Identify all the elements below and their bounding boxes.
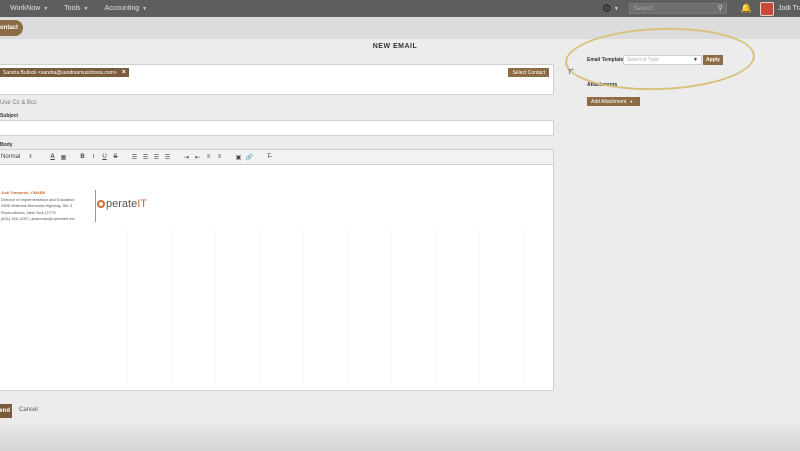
bottom-band <box>0 425 800 451</box>
add-attachment-button[interactable]: Add Attachment ▼ <box>587 97 640 106</box>
logo-o-icon <box>97 200 105 208</box>
strike-icon[interactable]: S <box>110 154 121 160</box>
signature-line: (631) 625-2292 | jtramonto@operateit.net <box>1 216 75 221</box>
bold-icon[interactable]: B <box>77 154 88 160</box>
subject-label: Subject <box>0 113 19 119</box>
editor-background <box>127 225 547 385</box>
bullet-list-icon[interactable]: ≡ <box>214 154 225 160</box>
clear-format-icon[interactable]: T̶ <box>263 154 274 160</box>
email-body-editor[interactable]: Jodi Tramonto, CMABE Director of Impleme… <box>0 165 554 391</box>
avatar[interactable] <box>760 1 774 16</box>
select-contact-button[interactable]: Select Contact <box>508 68 549 77</box>
body-label: Body <box>0 142 13 148</box>
apply-button[interactable]: Apply <box>703 55 723 65</box>
recipient-chip[interactable]: Sandra Bullock <sandra@sandrasmusictress… <box>0 68 129 77</box>
bg-color-icon[interactable]: ▦ <box>58 154 69 161</box>
italic-icon[interactable]: I <box>88 154 99 160</box>
search-placeholder: Search <box>633 5 653 12</box>
mouse-cursor-icon <box>568 68 575 75</box>
cc-bcc-link[interactable]: Use Cc & Bcc <box>0 100 37 106</box>
nav-tools[interactable]: Tools ▼ <box>64 5 88 12</box>
signature-divider <box>95 190 96 222</box>
close-icon[interactable]: × <box>122 69 126 76</box>
page-title: NEW EMAIL <box>372 43 418 50</box>
attachments-label: Attachments <box>587 82 618 88</box>
recipients-field[interactable]: Sandra Bullock <sandra@sandrasmusictress… <box>0 64 554 95</box>
align-center-icon[interactable]: ☰ <box>140 154 151 161</box>
send-button[interactable]: Send <box>0 404 12 418</box>
email-template-placeholder: Select or Type <box>627 57 659 63</box>
chevron-down-icon: ▼ <box>629 99 634 104</box>
top-nav: WorkNow ▼ Tools ▼ Accounting ▼ ⚙ ▼ Searc… <box>0 0 800 17</box>
email-template-label: Email Template <box>587 57 624 63</box>
format-select[interactable]: Normal ⇕ <box>0 154 39 160</box>
add-attachment-label: Add Attachment <box>591 98 627 105</box>
nav-worknow[interactable]: WorkNow ▼ <box>10 5 48 12</box>
outdent-icon[interactable]: ⇤ <box>192 154 203 161</box>
text-color-icon[interactable]: A <box>47 154 58 160</box>
chevron-down-icon: ▼ <box>142 5 148 12</box>
indent-icon[interactable]: ⇥ <box>181 154 192 161</box>
chevron-down-icon: ▼ <box>43 5 49 12</box>
nav-right: ⚙ ▼ Search ⚲ 🔔 Jodi Tra <box>602 0 800 17</box>
recipient-chip-label: Sandra Bullock <sandra@sandrasmusictress… <box>3 69 117 76</box>
link-icon[interactable]: 🔗 <box>244 154 255 161</box>
nav-accounting-label: Accounting <box>104 5 140 12</box>
chevron-down-icon: ▼ <box>83 5 89 12</box>
global-search-input[interactable]: Search ⚲ <box>628 3 727 14</box>
cancel-link[interactable]: Cancel <box>19 407 38 413</box>
chevron-down-icon[interactable]: ▼ <box>614 6 619 12</box>
subject-input[interactable] <box>0 120 554 136</box>
logo-accent: IT <box>137 198 147 210</box>
updown-icon: ⇕ <box>28 154 33 160</box>
nav-accounting[interactable]: Accounting ▼ <box>104 5 147 12</box>
search-icon[interactable]: ⚲ <box>718 4 723 12</box>
sub-bar: Contact <box>0 17 800 39</box>
gear-icon[interactable]: ⚙ <box>602 3 612 14</box>
signature-line: 2805 Veterans Memorial Highway, Ste 3 <box>1 203 73 208</box>
ordered-list-icon[interactable]: ≡ <box>203 154 214 160</box>
underline-icon[interactable]: U <box>99 154 110 160</box>
email-template-select[interactable]: Select or Type ▼ <box>623 55 702 65</box>
logo-text: perate <box>106 198 138 210</box>
signature-logo: perate IT <box>97 198 147 210</box>
bell-icon[interactable]: 🔔 <box>741 3 752 14</box>
nav-tools-label: Tools <box>64 5 81 12</box>
editor-toolbar: Normal ⇕ A ▦ B I U S ☰ ☰ ☰ ☰ ⇥ ⇤ ≡ ≡ ▣ 🔗… <box>0 149 554 165</box>
chevron-down-icon: ▼ <box>693 57 698 63</box>
image-icon[interactable]: ▣ <box>233 154 244 161</box>
align-justify-icon[interactable]: ☰ <box>162 154 173 161</box>
align-left-icon[interactable]: ☰ <box>129 154 140 161</box>
contact-button[interactable]: Contact <box>0 20 23 36</box>
nav-worknow-label: WorkNow <box>10 5 41 12</box>
signature-block: Jodi Tramonto, CMABE Director of Impleme… <box>1 190 75 223</box>
format-select-value: Normal <box>1 154 21 160</box>
user-name[interactable]: Jodi Tra <box>778 5 800 12</box>
align-right-icon[interactable]: ☰ <box>151 154 162 161</box>
